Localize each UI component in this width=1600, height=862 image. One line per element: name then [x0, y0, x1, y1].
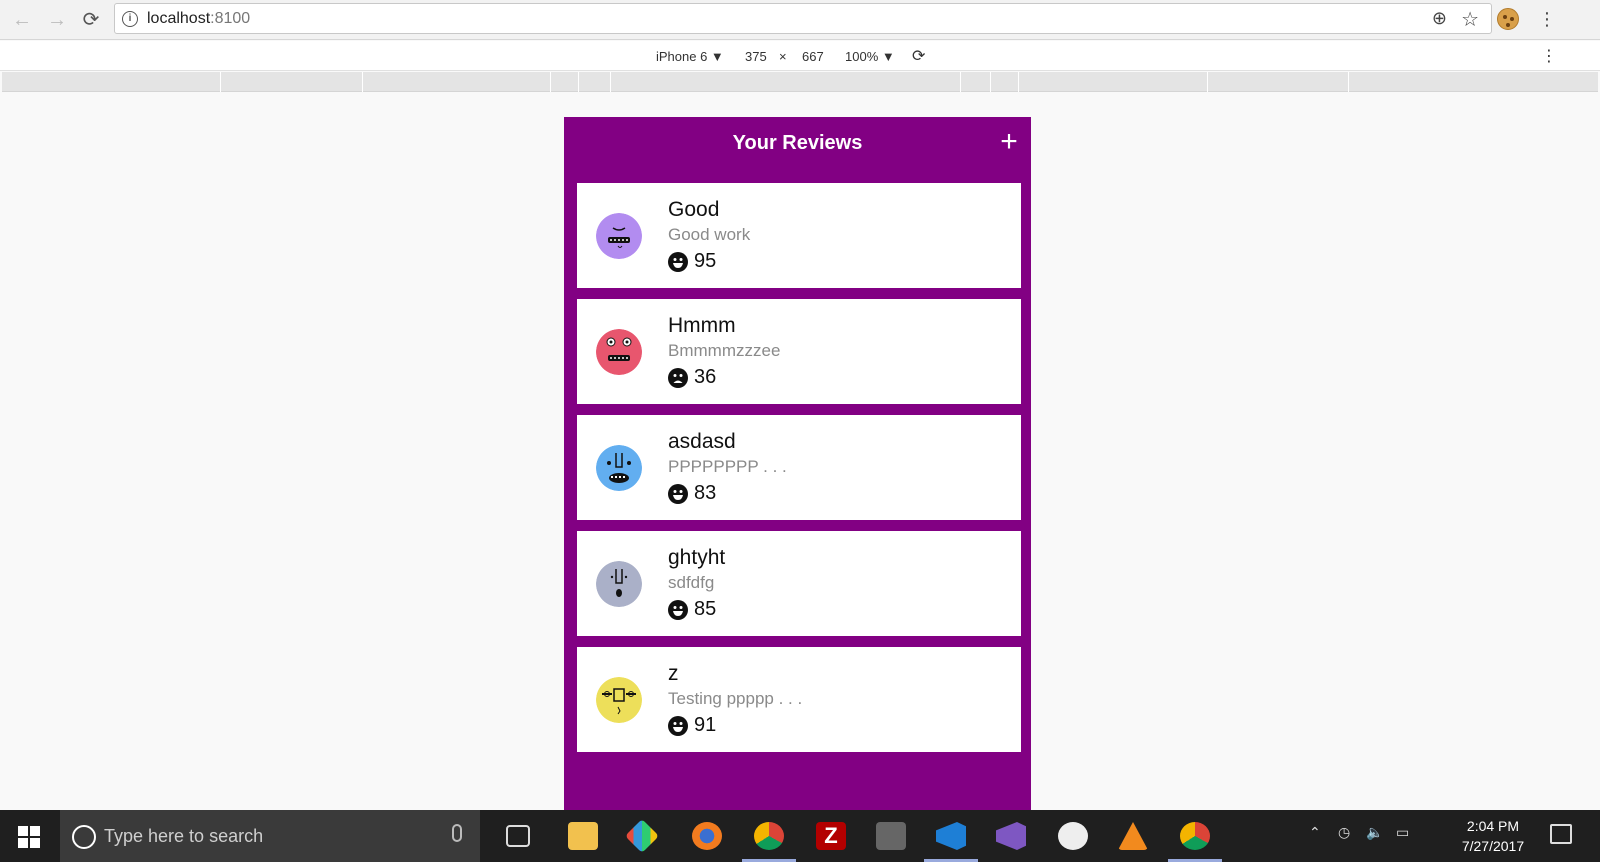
back-arrow-icon[interactable]: ← [9, 7, 35, 33]
browser-toolbar: ← → ⟳ i localhost:8100 ⊕ ☆ ⋮ [0, 0, 1600, 40]
review-card[interactable]: ghtyht sdfdfg 85 [577, 531, 1021, 636]
device-menu-icon[interactable]: ⋮ [1541, 46, 1557, 66]
review-score: 91 [668, 714, 716, 737]
review-card[interactable]: asdasd PPPPPPPP . . . 83 [577, 415, 1021, 520]
clock-date: 7/27/2017 [1461, 838, 1525, 854]
score-value: 83 [694, 482, 717, 504]
url-host: localhost [147, 10, 211, 27]
vlc-icon[interactable] [1118, 822, 1148, 850]
score-value: 85 [694, 598, 717, 620]
device-height[interactable]: 667 [802, 49, 824, 64]
app-diamond-icon[interactable] [625, 819, 659, 853]
page-title: Your Reviews [732, 132, 863, 154]
task-view-icon[interactable] [506, 825, 530, 847]
network-icon[interactable]: ◷ [1338, 824, 1350, 841]
review-card[interactable]: Hmmm Bmmmmzzzee 36 [577, 299, 1021, 404]
review-score: 83 [668, 482, 716, 505]
review-description: Good work [668, 225, 751, 244]
media-query-ruler [2, 72, 1598, 92]
bookmark-star-icon[interactable]: ☆ [1461, 7, 1479, 32]
score-value: 95 [694, 250, 717, 272]
review-description: Testing ppppp . . . [668, 689, 803, 708]
firefox-icon[interactable] [692, 822, 722, 850]
happy-face-icon [668, 251, 688, 272]
device-toolbar: iPhone 6 ▼ 375 × 667 100% ▼ ⟳ ⋮ [0, 41, 1600, 71]
score-value: 91 [694, 714, 717, 736]
monster-avatar-icon [596, 677, 642, 723]
search-placeholder: Type here to search [104, 826, 264, 846]
info-icon[interactable]: i [122, 11, 138, 27]
happy-face-icon [668, 715, 688, 736]
sublime-text-icon[interactable] [876, 822, 906, 850]
vscode-icon[interactable] [936, 822, 966, 850]
review-card[interactable]: Good Good work 95 [577, 183, 1021, 288]
volume-icon[interactable]: 🔈 [1366, 824, 1383, 841]
review-title: z [668, 662, 679, 685]
device-select[interactable]: iPhone 6 ▼ [656, 49, 724, 64]
happy-face-icon [668, 483, 688, 504]
app-header: Your Reviews + [564, 117, 1031, 183]
monster-avatar-icon [596, 445, 642, 491]
zoom-icon[interactable]: ⊕ [1432, 8, 1447, 29]
review-score: 85 [668, 598, 716, 621]
dimension-separator: × [779, 49, 787, 64]
reload-icon[interactable]: ⟳ [78, 7, 104, 33]
device-width[interactable]: 375 [745, 49, 767, 64]
review-description: sdfdfg [668, 573, 715, 592]
review-score: 95 [668, 250, 716, 273]
monster-avatar-icon [596, 561, 642, 607]
zoom-select[interactable]: 100% ▼ [845, 49, 895, 64]
show-hidden-icons-icon[interactable]: ⌃ [1309, 824, 1321, 841]
windows-start-icon[interactable] [18, 826, 40, 848]
system-clock[interactable]: 2:04 PM 7/27/2017 [1448, 816, 1538, 856]
microphone-icon[interactable] [452, 824, 462, 842]
review-title: asdasd [668, 430, 736, 453]
review-description: PPPPPPPP . . . [668, 457, 787, 476]
review-title: ghtyht [668, 546, 726, 569]
review-description: Bmmmmzzzee [668, 341, 781, 360]
plus-icon[interactable]: + [997, 127, 1021, 157]
chrome-icon[interactable] [754, 822, 784, 850]
clock-time: 2:04 PM [1466, 818, 1520, 834]
visual-studio-icon[interactable] [996, 822, 1026, 850]
rotate-icon[interactable]: ⟳ [912, 46, 925, 66]
unreal-engine-icon[interactable] [1058, 822, 1088, 850]
review-score: 36 [668, 366, 716, 389]
filezilla-icon[interactable]: Z [816, 822, 846, 850]
taskbar-search-box[interactable]: Type here to search [60, 810, 480, 862]
sad-face-icon [668, 367, 688, 388]
action-center-icon[interactable] [1550, 824, 1572, 844]
url-text[interactable]: localhost:8100 [147, 10, 250, 28]
windows-taskbar: Type here to search Z ⌃ ◷ 🔈 ▭ 2:04 PM 7/… [0, 810, 1600, 862]
file-explorer-icon[interactable] [568, 822, 598, 850]
cookie-extension-icon[interactable] [1497, 8, 1519, 30]
browser-menu-icon[interactable]: ⋮ [1537, 8, 1557, 32]
chrome-icon[interactable] [1180, 822, 1210, 850]
address-bar[interactable]: i localhost:8100 ⊕ ☆ [114, 3, 1492, 34]
review-title: Hmmm [668, 314, 736, 337]
forward-arrow-icon[interactable]: → [44, 7, 70, 33]
happy-face-icon [668, 599, 688, 620]
review-title: Good [668, 198, 720, 221]
url-port: :8100 [210, 10, 251, 27]
phone-viewport: Your Reviews + Good Good work 95 Hmmm Bm… [564, 117, 1031, 810]
monster-avatar-icon [596, 213, 642, 259]
battery-icon[interactable]: ▭ [1396, 824, 1409, 841]
review-card[interactable]: z Testing ppppp . . . 91 [577, 647, 1021, 752]
cortana-icon[interactable] [72, 825, 96, 849]
score-value: 36 [694, 366, 717, 388]
monster-avatar-icon [596, 329, 642, 375]
